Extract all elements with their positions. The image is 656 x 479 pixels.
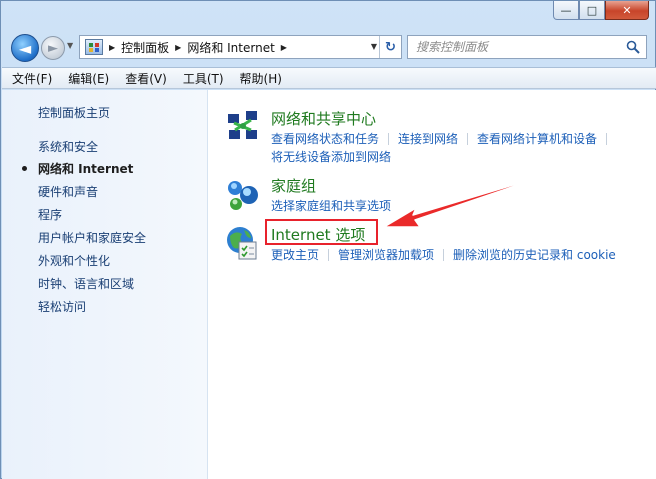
menu-view[interactable]: 查看(V) <box>125 70 167 87</box>
breadcrumb-control-panel[interactable]: 控制面板 <box>121 39 169 56</box>
address-bar[interactable]: ▶ 控制面板 ▶ 网络和 Internet ▶ ▼ ↻ <box>79 35 402 59</box>
internet-options-icon <box>227 227 257 260</box>
maximize-button[interactable]: □ <box>579 1 605 20</box>
sidebar-item-control-panel-home[interactable]: 控制面板主页 <box>38 104 110 121</box>
menu-file[interactable]: 文件(F) <box>12 70 52 87</box>
breadcrumb-network-internet[interactable]: 网络和 Internet <box>187 39 274 56</box>
minimize-button[interactable]: — <box>553 1 579 20</box>
network-sharing-center-title[interactable]: 网络和共享中心 <box>271 108 376 129</box>
caption-buttons: — □ ✕ <box>553 1 649 21</box>
recent-pages-dropdown-icon[interactable]: ▼ <box>67 41 73 50</box>
sidebar-item-hardware-sound[interactable]: 硬件和声音 <box>38 183 98 200</box>
menu-tools[interactable]: 工具(T) <box>183 70 224 87</box>
navigation-bar: ◄ ► ▼ ▶ 控制面板 ▶ 网络和 Internet ▶ ▼ ↻ <box>7 31 651 63</box>
back-button[interactable]: ◄ <box>11 34 39 62</box>
forward-button[interactable]: ► <box>41 36 65 60</box>
chevron-right-icon[interactable]: ▶ <box>281 43 287 52</box>
control-panel-icon <box>85 39 103 55</box>
sidebar-item-programs[interactable]: 程序 <box>38 206 62 223</box>
homegroup-links: 选择家庭组和共享选项 <box>271 197 391 214</box>
sidebar-item-network-internet[interactable]: 网络和 Internet <box>38 160 133 177</box>
refresh-button[interactable]: ↻ <box>379 36 401 58</box>
sidebar-item-system-security[interactable]: 系统和安全 <box>38 138 98 155</box>
title-bar: — □ ✕ <box>1 1 655 27</box>
internet-options-links: 更改主页 管理浏览器加载项 删除浏览的历史记录和 cookie <box>271 246 616 263</box>
search-box[interactable] <box>407 35 647 59</box>
divider <box>606 133 608 145</box>
homegroup-icon <box>228 181 258 210</box>
address-dropdown-icon[interactable]: ▼ <box>371 42 377 51</box>
link-add-wireless-device[interactable]: 将无线设备添加到网络 <box>271 148 391 165</box>
sidebar: 控制面板主页 系统和安全 网络和 Internet 硬件和声音 程序 用户帐户和… <box>2 90 208 479</box>
sidebar-item-ease-of-access[interactable]: 轻松访问 <box>38 298 86 315</box>
link-choose-homegroup-options[interactable]: 选择家庭组和共享选项 <box>271 199 391 213</box>
link-change-homepage[interactable]: 更改主页 <box>271 248 319 262</box>
chevron-right-icon[interactable]: ▶ <box>175 43 181 52</box>
current-item-bullet-icon <box>22 166 27 171</box>
content-area: 控制面板主页 系统和安全 网络和 Internet 硬件和声音 程序 用户帐户和… <box>2 90 656 479</box>
search-input[interactable] <box>416 40 616 54</box>
menu-bar: 文件(F) 编辑(E) 查看(V) 工具(T) 帮助(H) <box>2 67 656 89</box>
link-delete-browsing-history[interactable]: 删除浏览的历史记录和 cookie <box>453 248 616 262</box>
sidebar-item-clock-region[interactable]: 时钟、语言和区域 <box>38 275 134 292</box>
close-button[interactable]: ✕ <box>605 1 649 20</box>
menu-edit[interactable]: 编辑(E) <box>68 70 109 87</box>
control-panel-window: — □ ✕ ◄ ► ▼ ▶ 控制面板 ▶ 网络和 Internet ▶ ▼ ↻ … <box>0 0 656 479</box>
divider <box>443 249 445 261</box>
chevron-right-icon[interactable]: ▶ <box>109 43 115 52</box>
divider <box>388 133 390 145</box>
menu-help[interactable]: 帮助(H) <box>240 70 282 87</box>
network-center-icon <box>228 111 257 139</box>
sidebar-item-appearance[interactable]: 外观和个性化 <box>38 252 110 269</box>
network-sharing-center-links: 查看网络状态和任务 连接到网络 查看网络计算机和设备 <box>271 130 616 147</box>
search-icon[interactable] <box>626 40 640 54</box>
link-connect-to-network[interactable]: 连接到网络 <box>398 132 458 146</box>
divider <box>328 249 330 261</box>
homegroup-title[interactable]: 家庭组 <box>271 175 316 196</box>
sidebar-item-user-accounts[interactable]: 用户帐户和家庭安全 <box>38 229 146 246</box>
link-manage-addons[interactable]: 管理浏览器加载项 <box>338 248 434 262</box>
highlight-box <box>265 219 378 245</box>
link-view-network-status[interactable]: 查看网络状态和任务 <box>271 132 379 146</box>
divider <box>467 133 469 145</box>
link-view-network-computers[interactable]: 查看网络计算机和设备 <box>477 132 597 146</box>
